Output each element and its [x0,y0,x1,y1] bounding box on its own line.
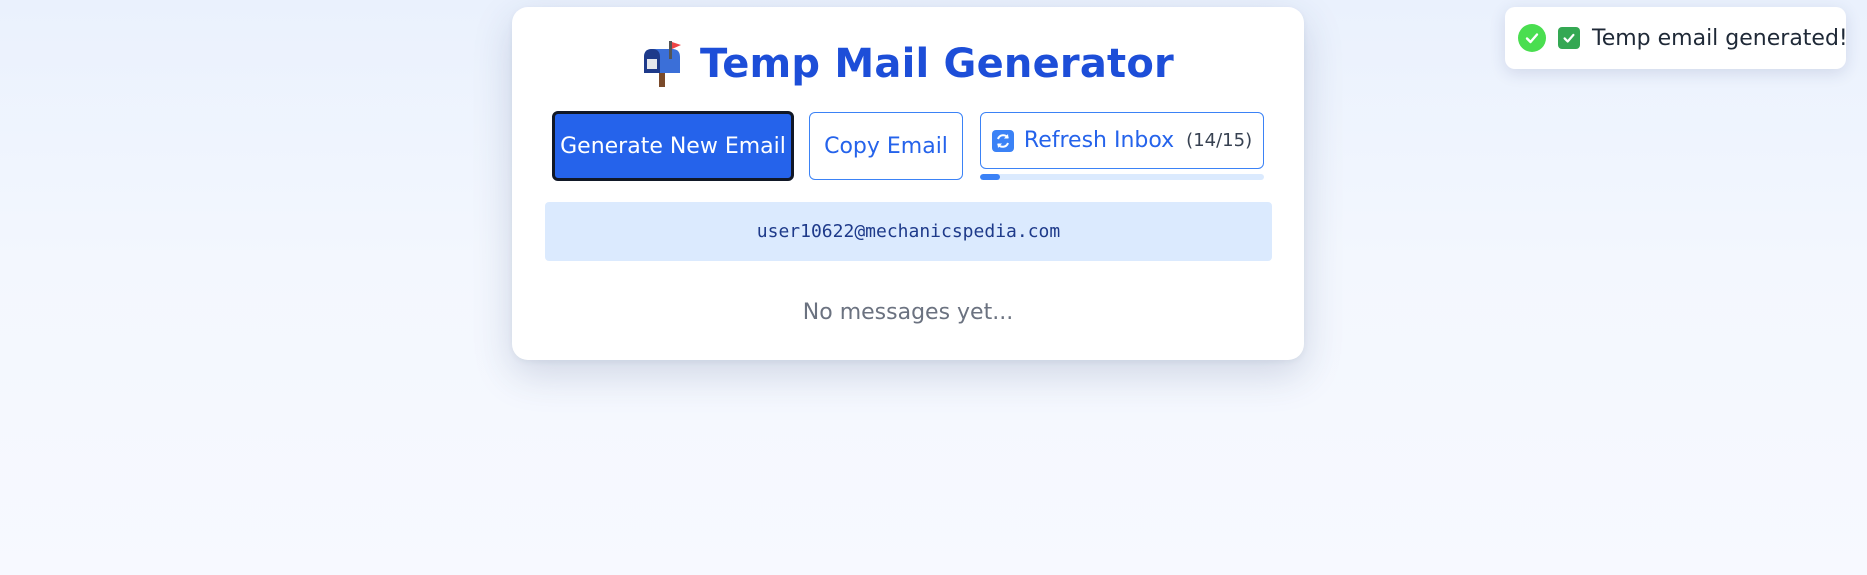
page-title: Temp Mail Generator [700,41,1174,87]
refresh-icon [991,129,1014,152]
inbox-empty-message: No messages yet... [802,300,1014,325]
refresh-count: (14/15) [1186,130,1253,151]
copy-email-label: Copy Email [824,133,948,159]
success-check-icon [1518,24,1546,52]
generate-email-label: Generate New Email [560,133,786,159]
refresh-inbox-label: Refresh Inbox [1023,128,1175,153]
toast-notification[interactable]: Temp email generated! [1505,7,1848,69]
mailbox-icon [642,41,682,87]
generate-email-button[interactable]: Generate New Email [552,111,794,181]
email-address-text: user10622@mechanicspedia.com [756,221,1061,242]
title-row: Temp Mail Generator [512,41,1304,87]
refresh-progress-fill [980,174,1000,180]
checkbox-check-icon [1558,27,1580,49]
generator-card: Temp Mail Generator Generate New Email C… [512,7,1304,360]
refresh-progress-bar [980,174,1264,180]
copy-email-button[interactable]: Copy Email [809,112,963,180]
refresh-inbox-button[interactable]: Refresh Inbox (14/15) [980,112,1264,169]
toast-message: Temp email generated! [1592,25,1848,51]
email-address-display[interactable]: user10622@mechanicspedia.com [545,202,1272,261]
